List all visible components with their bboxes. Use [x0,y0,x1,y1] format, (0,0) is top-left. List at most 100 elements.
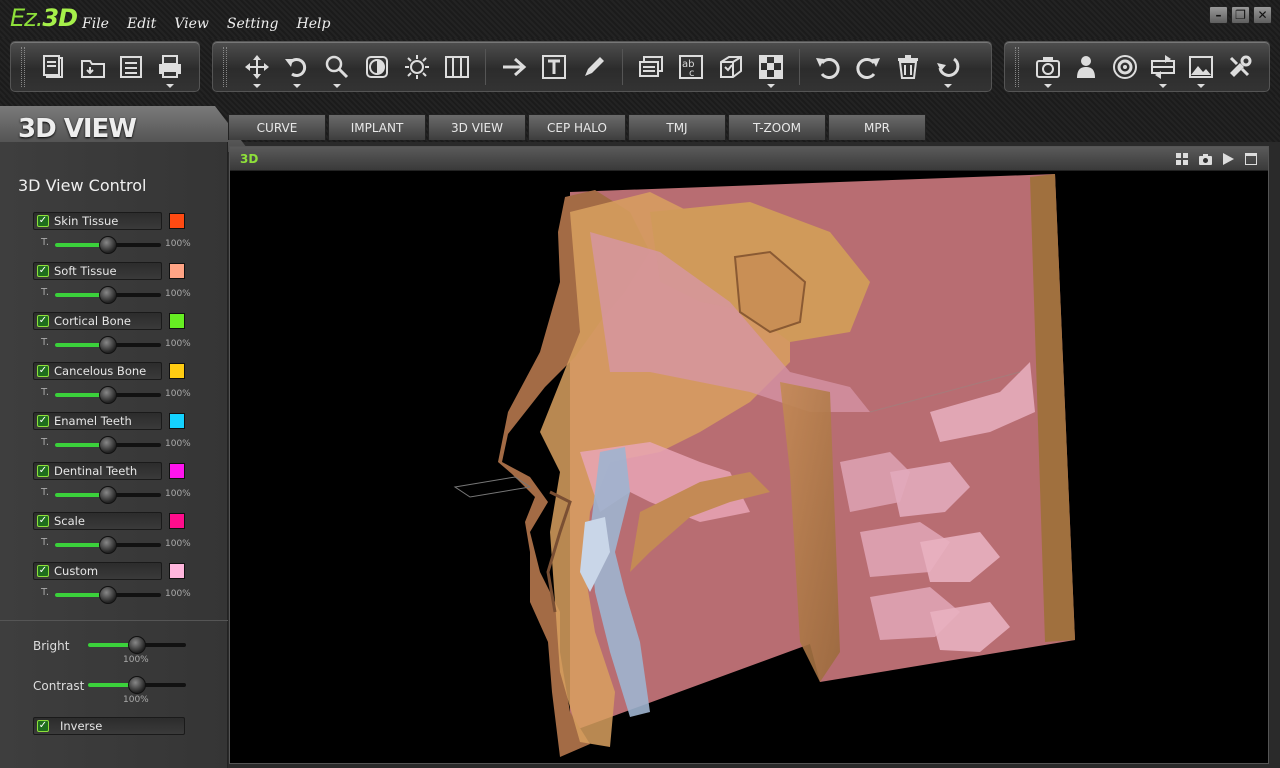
print-button[interactable] [154,47,185,88]
disc-button[interactable] [1110,47,1140,87]
transparency-slider-thumb[interactable] [99,286,117,304]
layer-checkbox-skin-tissue[interactable]: ✓ Skin Tissue [33,212,162,230]
tab-implant[interactable]: IMPLANT [328,114,426,140]
toolbar-grip[interactable] [1015,46,1019,87]
brightness-button[interactable] [401,47,433,87]
transparency-slider-thumb[interactable] [99,386,117,404]
transparency-slider-thumb[interactable] [99,586,117,604]
layer-color-swatch[interactable] [169,263,185,279]
menu-view[interactable]: View [174,16,209,32]
inverse-checkbox[interactable]: ✓ Inverse [33,717,185,735]
pen-button[interactable] [578,47,610,87]
menu-help[interactable]: Help [296,16,330,32]
layers-button[interactable] [635,47,667,87]
compare-dropdown-icon[interactable] [1159,83,1168,88]
grid-icon [1176,153,1188,165]
layer-color-swatch[interactable] [169,213,185,229]
transparency-slider-enamel-teeth[interactable] [55,436,161,454]
layer-checkbox-scale[interactable]: ✓ Scale [33,512,162,530]
redo-button[interactable] [852,47,884,87]
transparency-slider-custom[interactable] [55,586,161,604]
transparency-slider-cortical-bone[interactable] [55,336,161,354]
contrast-button[interactable] [361,47,393,87]
transparency-slider-thumb[interactable] [99,536,117,554]
layer-checkbox-cancelous-bone[interactable]: ✓ Cancelous Bone [33,362,162,380]
layout-grid-button[interactable] [1175,152,1189,166]
patient-button[interactable] [1071,47,1101,87]
layer-color-swatch[interactable] [169,513,185,529]
transparency-slider-thumb[interactable] [99,486,117,504]
tab-tmj[interactable]: TMJ [628,114,726,140]
zoom-dropdown-icon[interactable] [333,83,341,88]
layer-checkbox-dentinal-teeth[interactable]: ✓ Dentinal Teeth [33,462,162,480]
bright-slider-thumb[interactable] [128,636,146,654]
print-dropdown-icon[interactable] [165,83,174,88]
camera-dropdown-icon[interactable] [1044,83,1053,88]
undo-button[interactable] [812,47,844,87]
layer-checkbox-soft-tissue[interactable]: ✓ Soft Tissue [33,262,162,280]
trash-button[interactable] [892,47,924,87]
open-folder-icon [80,59,105,78]
toolbar-grip[interactable] [21,46,25,87]
arrow-button[interactable] [498,47,530,87]
compare-button[interactable] [1148,47,1178,88]
tab-cep-halo[interactable]: CEP HALO [528,114,626,140]
menu-setting[interactable]: Setting [227,16,279,32]
layer-color-swatch[interactable] [169,363,185,379]
tab-curve[interactable]: CURVE [228,114,326,140]
checker-button[interactable] [755,47,787,88]
snapshot-button[interactable] [1198,152,1212,166]
text-button[interactable] [538,47,570,87]
transparency-slider-thumb[interactable] [99,436,117,454]
abc-button[interactable]: ab c [675,47,707,87]
tools-button[interactable] [1225,47,1255,87]
new-file-button[interactable] [39,47,70,87]
transparency-slider-soft-tissue[interactable] [55,286,161,304]
columns-button[interactable] [441,47,473,87]
save-button[interactable] [116,47,147,87]
columns-icon [445,55,469,78]
toolbar-grip[interactable] [223,46,227,87]
contrast-slider-thumb[interactable] [128,676,146,694]
image-dropdown-icon[interactable] [1197,83,1206,88]
move-button[interactable] [241,47,273,88]
transparency-slider-dentinal-teeth[interactable] [55,486,161,504]
save-icon [120,55,143,78]
open-folder-button[interactable] [77,47,108,87]
checker-dropdown-icon[interactable] [767,83,775,88]
restore-button[interactable]: ❐ [1231,6,1250,24]
camera-button[interactable] [1033,47,1063,88]
menu-edit[interactable]: Edit [127,16,156,32]
transparency-slider-cancelous-bone[interactable] [55,386,161,404]
layer-checkbox-enamel-teeth[interactable]: ✓ Enamel Teeth [33,412,162,430]
rotate-dropdown-icon[interactable] [293,83,301,88]
transparency-slider-thumb[interactable] [99,236,117,254]
maximize-button[interactable] [1244,152,1258,166]
layer-checkbox-cortical-bone[interactable]: ✓ Cortical Bone [33,312,162,330]
minimize-button[interactable]: – [1209,6,1228,24]
image-button[interactable] [1186,47,1216,88]
layer-color-swatch[interactable] [169,413,185,429]
cube-button[interactable] [715,47,747,87]
transparency-slider-skin-tissue[interactable] [55,236,161,254]
3d-viewport[interactable]: 3D [229,146,1269,764]
contrast-slider[interactable] [88,676,186,694]
play-button[interactable] [1221,152,1235,166]
zoom-button[interactable] [321,47,353,88]
tab-3d-view[interactable]: 3D VIEW [428,114,526,140]
move-dropdown-icon[interactable] [253,83,261,88]
menu-file[interactable]: File [82,16,109,32]
tab-t-zoom[interactable]: T-ZOOM [728,114,826,140]
layer-checkbox-custom[interactable]: ✓ Custom [33,562,162,580]
reset-button[interactable] [932,47,964,88]
bright-slider[interactable] [88,636,186,654]
transparency-slider-scale[interactable] [55,536,161,554]
close-button[interactable]: ✕ [1253,6,1272,24]
layer-color-swatch[interactable] [169,313,185,329]
layer-color-swatch[interactable] [169,563,185,579]
rotate-button[interactable] [281,47,313,88]
transparency-slider-thumb[interactable] [99,336,117,354]
layer-color-swatch[interactable] [169,463,185,479]
tab-mpr[interactable]: MPR [828,114,926,140]
reset-dropdown-icon[interactable] [944,83,952,88]
